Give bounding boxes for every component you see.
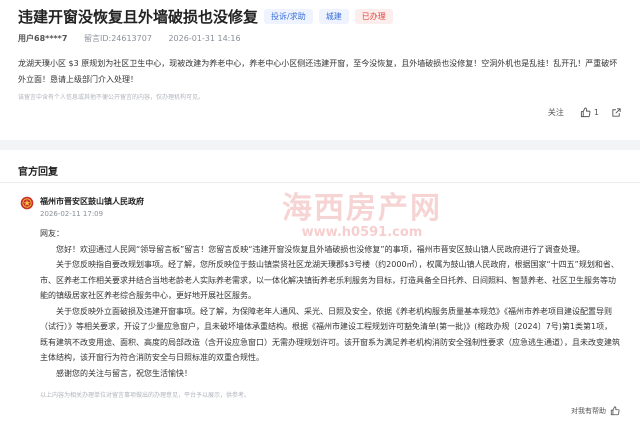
thumb-up-icon [580, 107, 591, 118]
post-meta: 用户68****7 留言ID:24613707 2026-01-31 14:16 [18, 33, 255, 44]
helpful-button[interactable]: 对我有帮助 [571, 406, 620, 416]
reply-section-title: 官方回复 [18, 167, 58, 178]
thumb-up-icon [610, 406, 620, 416]
helpful-label: 对我有帮助 [571, 407, 606, 415]
reply-disclaimer: 以上内容为相关办理单位对留言事项做出的办理意见，平台予以展示，供参考。 [40, 392, 251, 399]
post-card: 违建开窗没恢复且外墙破损也没修复 投诉/求助 城建 已办理 用户68****7 … [0, 0, 640, 140]
post-content: 龙湖天璞小区 $3 原规划为社区卫生中心，现被改建为养老中心，养老中心小区侧还违… [18, 59, 618, 84]
follow-button[interactable]: 关注 [548, 107, 564, 118]
reply-time: 2026-02-11 17:09 [40, 210, 104, 218]
message-id: 留言ID:24613707 [83, 34, 152, 43]
tag-category[interactable]: 投诉/求助 [264, 9, 313, 24]
official-reply-card: 官方回复 福州市晋安区鼓山镇人民政府 2026-02-11 17:09 网友： … [0, 150, 640, 427]
reply-greeting: 网友： [40, 229, 64, 238]
share-button[interactable] [611, 107, 622, 118]
privacy-note: 该留言中含有个人信息或其他不便公开留言的内容，仅办理机构可见。 [18, 94, 205, 101]
reply-paragraph: 您好！欢迎通过人民网“领导留言板”留言！您留言反映“违建开窗没恢复且外墙破损也没… [56, 244, 585, 254]
org-name[interactable]: 福州市晋安区鼓山镇人民政府 [40, 196, 144, 207]
status-badge: 已办理 [354, 9, 393, 24]
government-emblem-icon [20, 196, 34, 210]
post-actions: 关注 1 [548, 107, 622, 118]
post-user: 用户68****7 [18, 34, 68, 43]
divider [0, 182, 640, 183]
reply-paragraph: 关于您反映外立面破损及违建开窗事项。经了解，为保障老年人通风、采光、日照及安全，… [40, 306, 620, 363]
reply-paragraph: 关于您反映指自要改规划事项。经了解，您所反映位于鼓山镇崇贤社区龙湖天璞郡$3号楼… [40, 260, 619, 300]
post-title: 违建开窗没恢复且外墙破损也没修复 [18, 8, 259, 26]
like-count: 1 [593, 108, 599, 117]
tag-domain[interactable]: 城建 [318, 9, 349, 24]
post-date: 2026-01-31 14:16 [168, 34, 241, 43]
like-button[interactable]: 1 [580, 107, 599, 118]
reply-body: 网友： 您好！欢迎通过人民网“领导留言板”留言！您留言反映“违建开窗没恢复且外墙… [40, 226, 620, 381]
share-icon [612, 108, 621, 117]
title-row: 违建开窗没恢复且外墙破损也没修复 投诉/求助 城建 已办理 [18, 6, 393, 27]
reply-paragraph: 感谢您的关注与留言，祝您生活愉快！ [56, 368, 192, 378]
